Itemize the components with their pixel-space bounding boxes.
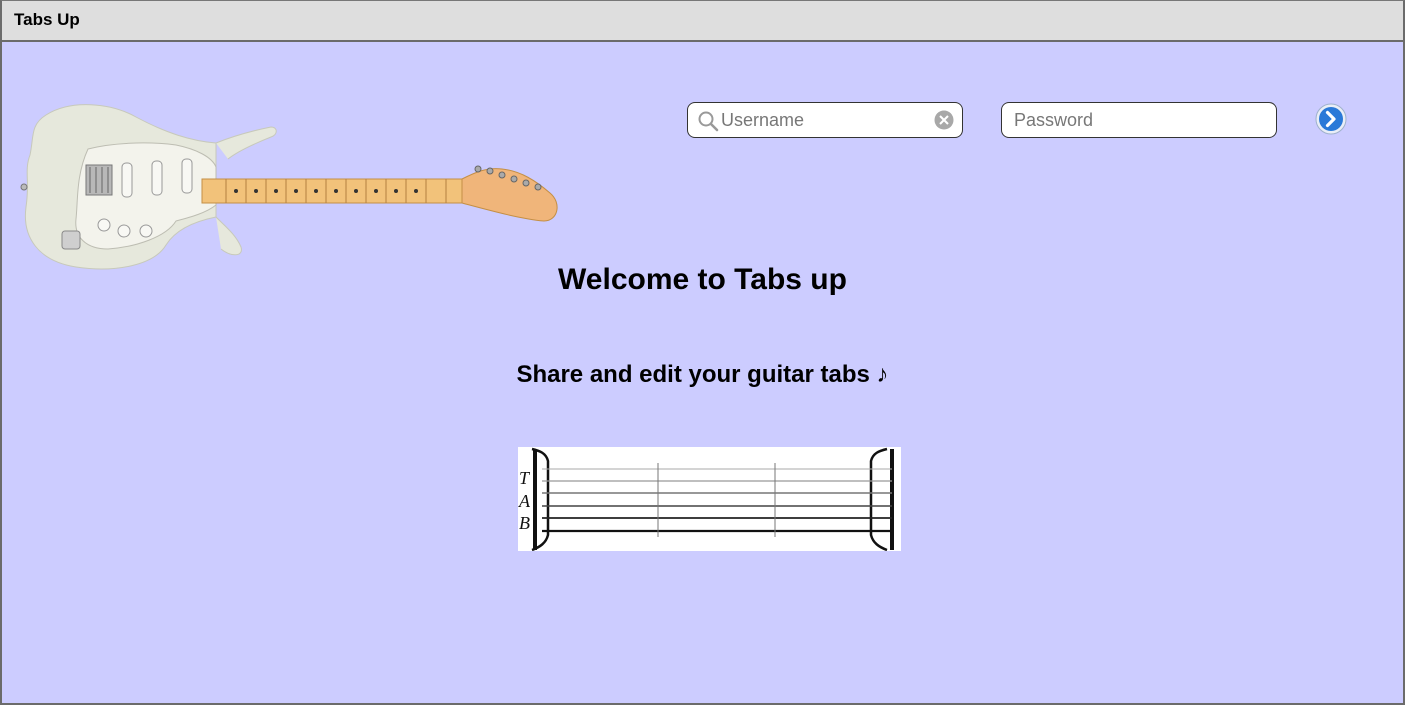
page-subtitle: Share and edit your guitar tabs ♪ [516,361,889,388]
password-input[interactable] [1014,103,1266,137]
username-input[interactable] [721,103,926,137]
clear-icon[interactable] [934,110,954,130]
tab-letter-a: A [518,491,531,511]
title-bar: Tabs Up [2,1,1403,42]
page-title: Welcome to Tabs up [558,263,847,296]
password-field[interactable] [1001,102,1277,138]
search-icon [698,111,719,132]
arrow-right-circle-icon[interactable] [1315,103,1347,135]
username-field[interactable] [687,102,963,138]
app-window: Tabs Up Username Welcome to Tabs up Shar… [0,0,1405,705]
guitar-image [20,104,558,270]
tab-staff-image: T A B [518,447,901,551]
tab-letter-b: B [519,513,530,533]
window-title: Tabs Up [14,10,80,29]
